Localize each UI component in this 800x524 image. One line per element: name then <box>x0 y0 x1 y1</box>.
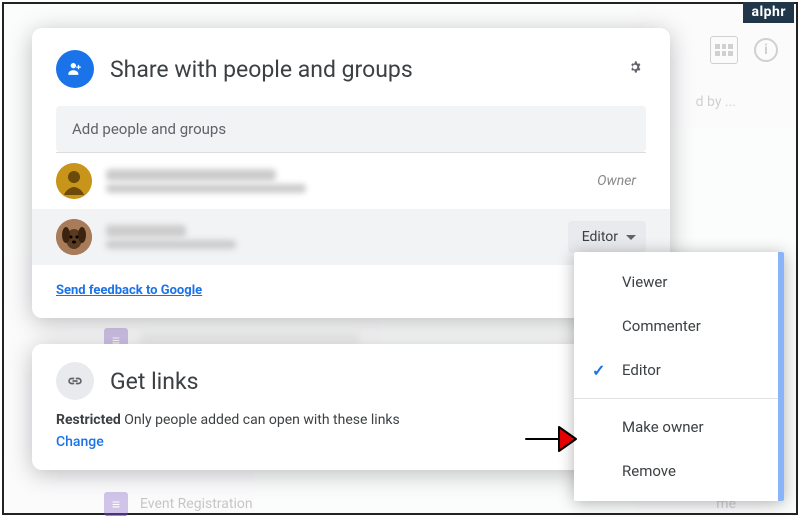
person-email-blurred <box>106 240 236 249</box>
avatar <box>56 163 92 199</box>
dialog-title: Share with people and groups <box>110 56 608 83</box>
menu-item-editor[interactable]: Editor <box>574 348 778 392</box>
role-dropdown-menu: Viewer Commenter Editor Make owner Remov… <box>574 252 784 501</box>
menu-item-commenter[interactable]: Commenter <box>574 304 778 348</box>
chevron-down-icon <box>626 235 636 240</box>
person-email-blurred <box>106 184 306 193</box>
menu-item-viewer[interactable]: Viewer <box>574 260 778 304</box>
person-name-blurred <box>106 169 276 181</box>
feedback-link[interactable]: Send feedback to Google <box>56 283 202 298</box>
annotation-arrow <box>524 419 579 463</box>
menu-separator <box>574 398 778 399</box>
add-people-icon <box>56 50 94 88</box>
menu-item-make-owner[interactable]: Make owner <box>574 405 778 449</box>
role-dropdown[interactable]: Editor <box>568 221 646 253</box>
person-info <box>106 169 583 193</box>
settings-button[interactable] <box>624 56 646 82</box>
person-info <box>106 225 554 249</box>
link-icon <box>56 362 94 400</box>
role-dropdown-label: Editor <box>582 229 618 245</box>
get-links-title: Get links <box>110 368 199 395</box>
role-label-owner: Owner <box>597 173 646 189</box>
add-people-input[interactable]: Add people and groups <box>56 106 646 152</box>
person-name-blurred <box>106 225 186 237</box>
avatar <box>56 219 92 255</box>
watermark: alphr <box>743 2 794 23</box>
person-row-owner: Owner <box>32 153 670 209</box>
menu-item-remove[interactable]: Remove <box>574 449 778 493</box>
